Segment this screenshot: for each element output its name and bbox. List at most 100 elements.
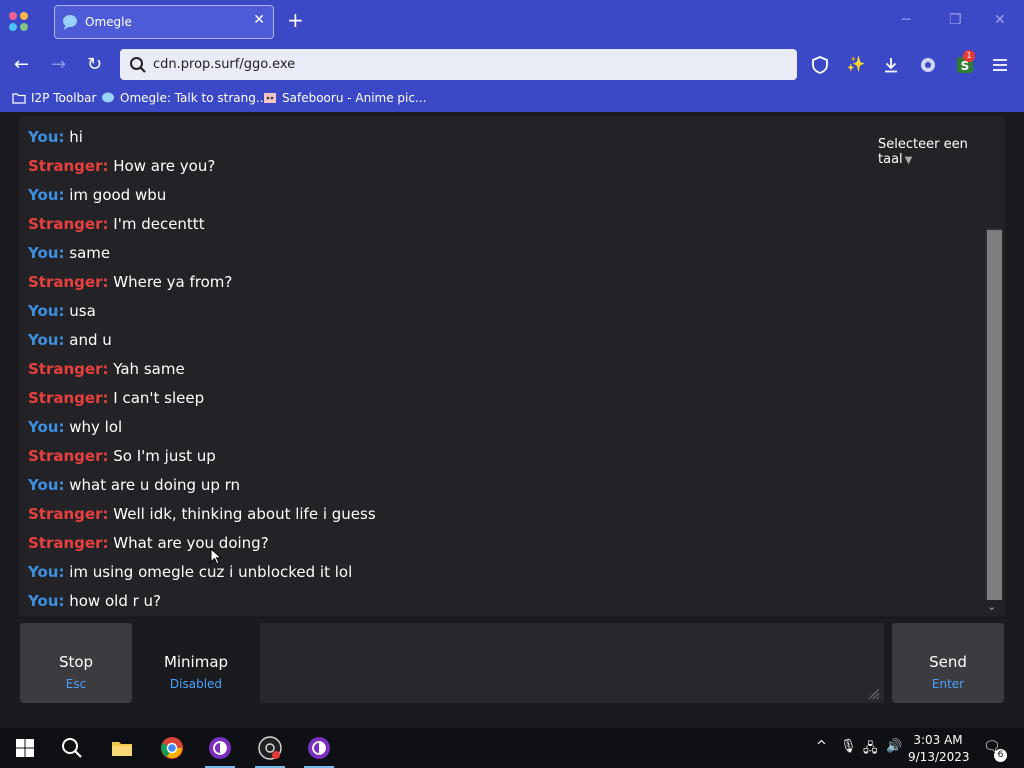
message-text: I'm decenttt — [113, 215, 205, 233]
chrome-icon[interactable] — [160, 736, 184, 760]
tab-close-icon[interactable]: ✕ — [253, 12, 265, 28]
tab-omegle[interactable]: Omegle ✕ — [54, 5, 274, 39]
reload-button[interactable]: ↻ — [87, 54, 102, 75]
shield-icon[interactable] — [810, 55, 830, 75]
language-select-label: Selecteer een taal — [878, 137, 968, 167]
chat-message: You: what are u doing up rn — [28, 476, 240, 494]
chat-message: Stranger: Where ya from? — [28, 273, 232, 291]
sender-you-label: You: — [28, 476, 65, 494]
message-text: what are u doing up rn — [69, 476, 241, 494]
network-icon[interactable]: 🖧 — [863, 739, 878, 761]
bookmark-label: Omegle: Talk to strang... — [120, 91, 268, 105]
search-icon[interactable] — [60, 736, 84, 760]
bookmark-i2p-toolbar[interactable]: I2P Toolbar — [12, 91, 96, 105]
send-shortcut: Enter — [931, 677, 965, 691]
message-text: How are you? — [113, 157, 216, 175]
message-text: Where ya from? — [113, 273, 233, 291]
message-text: same — [69, 244, 111, 262]
windows-start-icon[interactable] — [13, 736, 37, 760]
tab-title: Omegle — [85, 15, 132, 29]
chat-message: Stranger: Yah same — [28, 360, 185, 378]
tor-browser-icon[interactable] — [208, 736, 232, 760]
message-text: usa — [69, 302, 96, 320]
sender-stranger-label: Stranger: — [28, 534, 109, 552]
message-text: So I'm just up — [113, 447, 216, 465]
safebooru-favicon-icon — [264, 93, 276, 103]
clock-time[interactable]: 3:03 AM — [908, 733, 968, 747]
sender-you-label: You: — [28, 128, 65, 146]
sender-you-label: You: — [28, 592, 65, 610]
sender-stranger-label: Stranger: — [28, 389, 109, 407]
scroll-down-icon[interactable]: ⌄ — [987, 600, 996, 613]
obs-icon[interactable] — [258, 736, 282, 760]
apps-icon[interactable] — [9, 12, 29, 32]
restore-window-button[interactable]: ❐ — [949, 12, 962, 28]
language-select[interactable]: Selecteer een taal ▼ — [878, 137, 1005, 167]
minimap-status: Disabled — [169, 677, 223, 691]
dropdown-arrow-icon: ▼ — [904, 155, 913, 166]
minimize-window-button[interactable]: ─ — [902, 12, 910, 28]
menu-icon[interactable] — [990, 55, 1010, 75]
windows-taskbar: ^ 🎙 🖧 🔊 3:03 AM 9/13/2023 🗨 6 — [0, 728, 1024, 768]
message-text: I can't sleep — [113, 389, 205, 407]
chat-message: You: same — [28, 244, 110, 262]
chat-message: You: im good wbu — [28, 186, 166, 204]
back-button[interactable]: ← — [14, 54, 29, 75]
mouse-cursor-icon — [210, 548, 222, 565]
stop-button[interactable]: Stop Esc — [20, 623, 132, 703]
folder-icon — [12, 93, 26, 104]
sender-you-label: You: — [28, 186, 65, 204]
volume-icon[interactable]: 🔊 — [886, 739, 902, 754]
chat-message: You: usa — [28, 302, 96, 320]
clock-date[interactable]: 9/13/2023 — [908, 750, 970, 764]
magic-wand-icon[interactable]: ✨ — [846, 55, 866, 75]
send-button[interactable]: Send Enter — [892, 623, 1004, 703]
chat-message: You: why lol — [28, 418, 122, 436]
message-text: im good wbu — [69, 186, 167, 204]
tor-browser-icon[interactable] — [307, 736, 331, 760]
sender-stranger-label: Stranger: — [28, 447, 109, 465]
extension-badge: 1 — [963, 50, 975, 62]
message-text: and u — [69, 331, 112, 349]
chat-message: You: how old r u? — [28, 592, 161, 610]
message-input[interactable] — [260, 623, 884, 703]
chevron-up-icon[interactable]: ^ — [816, 739, 827, 754]
chat-message: You: and u — [28, 331, 112, 349]
sender-you-label: You: — [28, 244, 65, 262]
sender-you-label: You: — [28, 418, 65, 436]
close-window-button[interactable]: ✕ — [994, 12, 1006, 28]
extension-icon[interactable] — [918, 55, 938, 75]
message-text: Well idk, thinking about life i guess — [113, 505, 376, 523]
address-bar[interactable]: cdn.prop.surf/ggo.exe — [120, 49, 797, 80]
bookmark-safebooru[interactable]: Safebooru - Anime pic... — [263, 91, 426, 105]
sender-stranger-label: Stranger: — [28, 360, 109, 378]
download-icon[interactable] — [881, 55, 901, 75]
stop-label: Stop — [58, 653, 94, 671]
omegle-favicon-icon — [102, 92, 114, 103]
chat-scrollbar-thumb[interactable] — [987, 230, 1002, 600]
omegle-favicon-icon — [63, 15, 77, 30]
stop-shortcut: Esc — [65, 677, 87, 691]
chat-log: Selecteer een taal ▼ You: hi Stranger: How… — [19, 116, 1005, 616]
file-explorer-icon[interactable] — [110, 736, 134, 760]
microphone-icon[interactable]: 🎙 — [840, 739, 857, 754]
sender-stranger-label: Stranger: — [28, 157, 109, 175]
new-tab-button[interactable]: + — [287, 10, 304, 30]
chat-message: Stranger: I can't sleep — [28, 389, 204, 407]
bookmarks-bar: I2P Toolbar Omegle: Talk to strang... Sa… — [0, 85, 1024, 112]
sender-you-label: You: — [28, 331, 65, 349]
minimap-toggle[interactable]: Minimap Disabled — [137, 623, 255, 703]
forward-button[interactable]: → — [51, 54, 66, 75]
sender-stranger-label: Stranger: — [28, 505, 109, 523]
chat-message: Stranger: What are you doing? — [28, 534, 269, 552]
search-icon — [130, 57, 146, 73]
omegle-page: Selecteer een taal ▼ You: hi Stranger: How… — [0, 112, 1024, 728]
browser-nav-bar: ← → ↻ cdn.prop.surf/ggo.exe ✨ S 1 — [0, 45, 1024, 85]
send-label: Send — [929, 653, 967, 671]
chat-message: Stranger: I'm decenttt — [28, 215, 205, 233]
resize-grip-icon[interactable] — [866, 686, 880, 700]
sender-stranger-label: Stranger: — [28, 215, 109, 233]
chat-message: You: hi — [28, 128, 83, 146]
sender-stranger-label: Stranger: — [28, 273, 109, 291]
bookmark-omegle[interactable]: Omegle: Talk to strang... — [101, 91, 267, 105]
